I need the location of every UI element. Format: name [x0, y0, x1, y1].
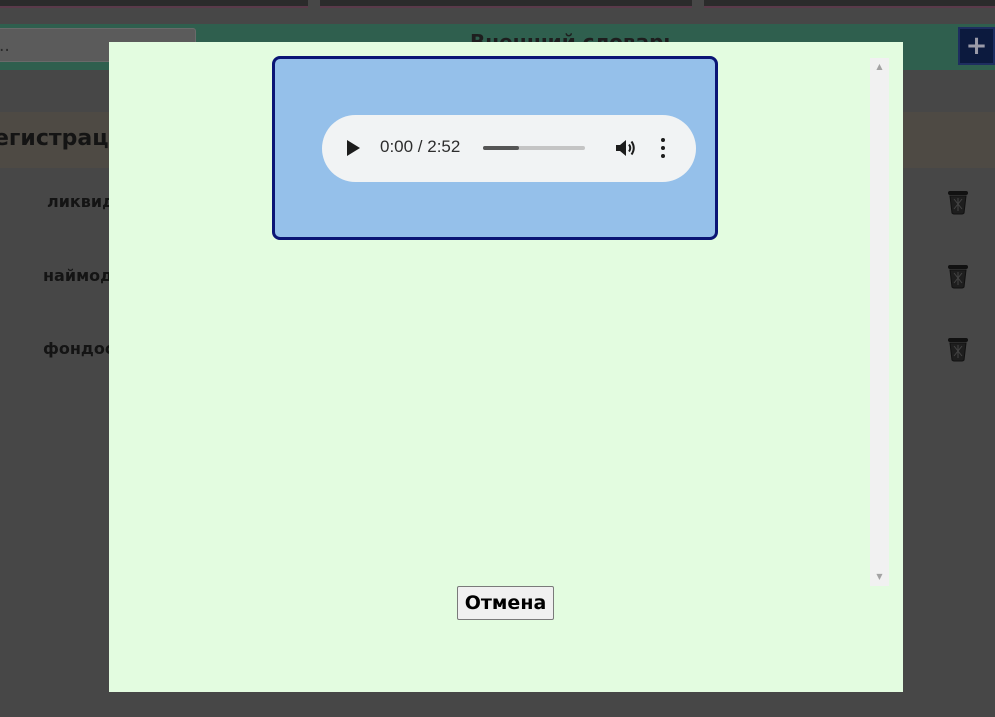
section-title: егистраци	[0, 126, 124, 151]
browser-tab[interactable]	[704, 0, 995, 8]
audio-modal: 0:00 / 2:52 ▲ ▼ Отмена	[109, 42, 903, 692]
list-item[interactable]: фондоо	[43, 339, 116, 358]
audio-progress-fill	[483, 146, 519, 150]
audio-progress-slider[interactable]	[483, 146, 585, 150]
audio-card: 0:00 / 2:52	[272, 56, 718, 240]
more-options-icon[interactable]	[660, 138, 666, 158]
play-icon[interactable]	[347, 140, 360, 156]
trash-icon[interactable]	[946, 336, 970, 362]
browser-tab[interactable]	[0, 0, 308, 8]
trash-icon[interactable]	[946, 189, 970, 215]
trash-icon[interactable]	[946, 263, 970, 289]
audio-time: 0:00 / 2:52	[380, 137, 461, 156]
list-item[interactable]: ликвид	[47, 192, 115, 211]
cancel-button[interactable]: Отмена	[457, 586, 554, 620]
top-tab-strip	[0, 0, 995, 20]
volume-icon[interactable]	[614, 137, 638, 159]
browser-tab[interactable]	[320, 0, 692, 8]
scroll-up-arrow-icon[interactable]: ▲	[870, 60, 889, 74]
scroll-down-arrow-icon[interactable]: ▼	[870, 570, 889, 584]
list-item[interactable]: наймод	[43, 266, 113, 285]
modal-scrollbar[interactable]: ▲ ▼	[870, 58, 889, 586]
audio-player[interactable]: 0:00 / 2:52	[322, 115, 696, 182]
add-button[interactable]: +	[958, 27, 995, 65]
